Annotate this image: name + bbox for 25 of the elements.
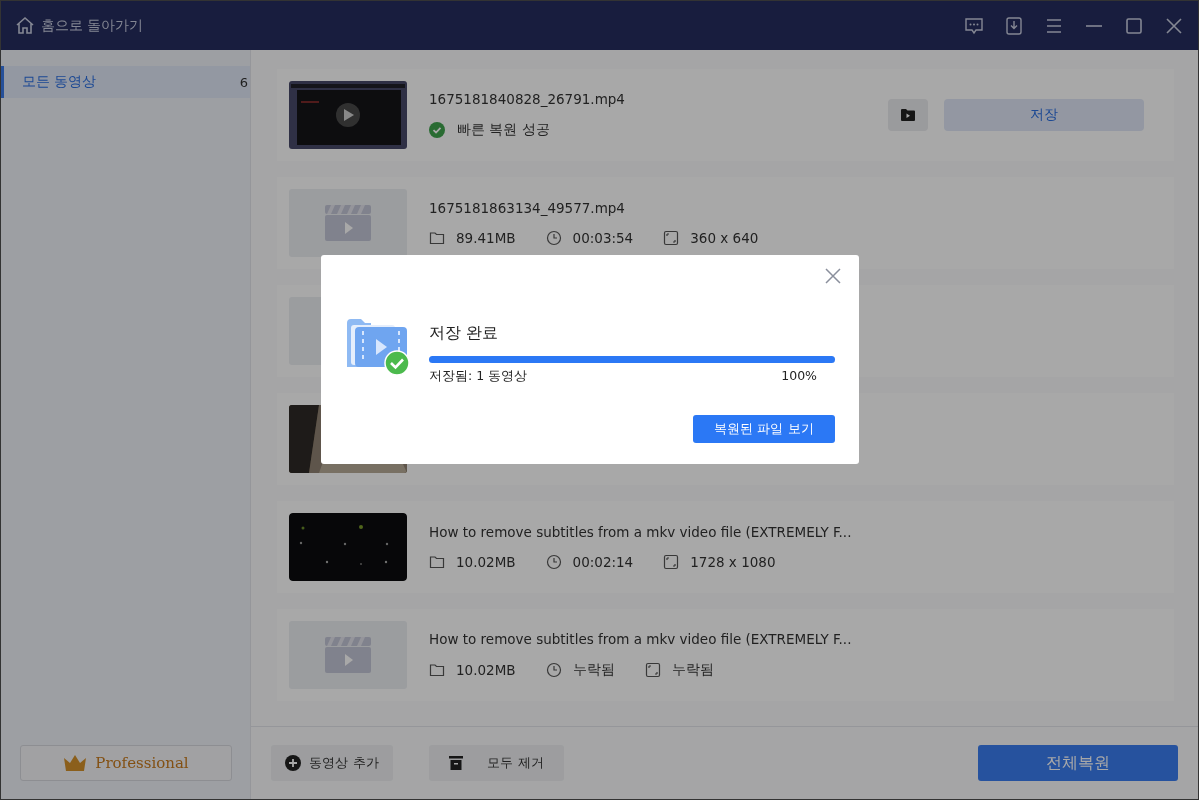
dialog-title: 저장 완료 (429, 323, 500, 344)
meta-value: 누락됨 (671, 661, 714, 679)
meta-value: 360 x 640 (690, 230, 759, 246)
percent-text: 100% (781, 368, 817, 385)
sidebar-item[interactable]: 모든 동영상 6 (1, 66, 250, 98)
status-text: 빠른 복원 성공 (457, 121, 550, 139)
save-button[interactable]: 저장 (944, 99, 1144, 131)
meta-value: 10.02MB (456, 662, 516, 678)
meta-value: 누락됨 (572, 661, 615, 679)
professional-button[interactable]: Professional (20, 745, 232, 781)
video-file-name: 1675181863134_49577.mp4 (429, 200, 626, 216)
home-back-button[interactable]: 홈으로 돌아가기 (15, 15, 144, 36)
add-video-button[interactable]: 동영상 추가 (271, 745, 393, 781)
video-file-name: 1675181840828_26791.mp4 (429, 91, 626, 107)
recover-all-button[interactable]: 전체복원 (978, 745, 1178, 781)
video-file-name: How to remove subtitles from a mkv video file (EXTREMELY F... (429, 631, 853, 647)
meta-value: 00:03:54 (572, 230, 634, 246)
video-file-name: How to remove subtitles from a mkv video file (EXTREMELY F... (429, 524, 853, 540)
remove-all-button[interactable]: 모두 제거 (429, 745, 564, 781)
meta-value: 00:02:14 (572, 554, 634, 570)
saved-count-text: 저장됨: 1 동영상 (429, 368, 528, 385)
meta-value: 89.41MB (456, 230, 516, 246)
meta-value: 10.02MB (456, 554, 516, 570)
view-recovered-files-button[interactable]: 복원된 파일 보기 (693, 415, 835, 443)
meta-value: 1728 x 1080 (690, 554, 776, 570)
